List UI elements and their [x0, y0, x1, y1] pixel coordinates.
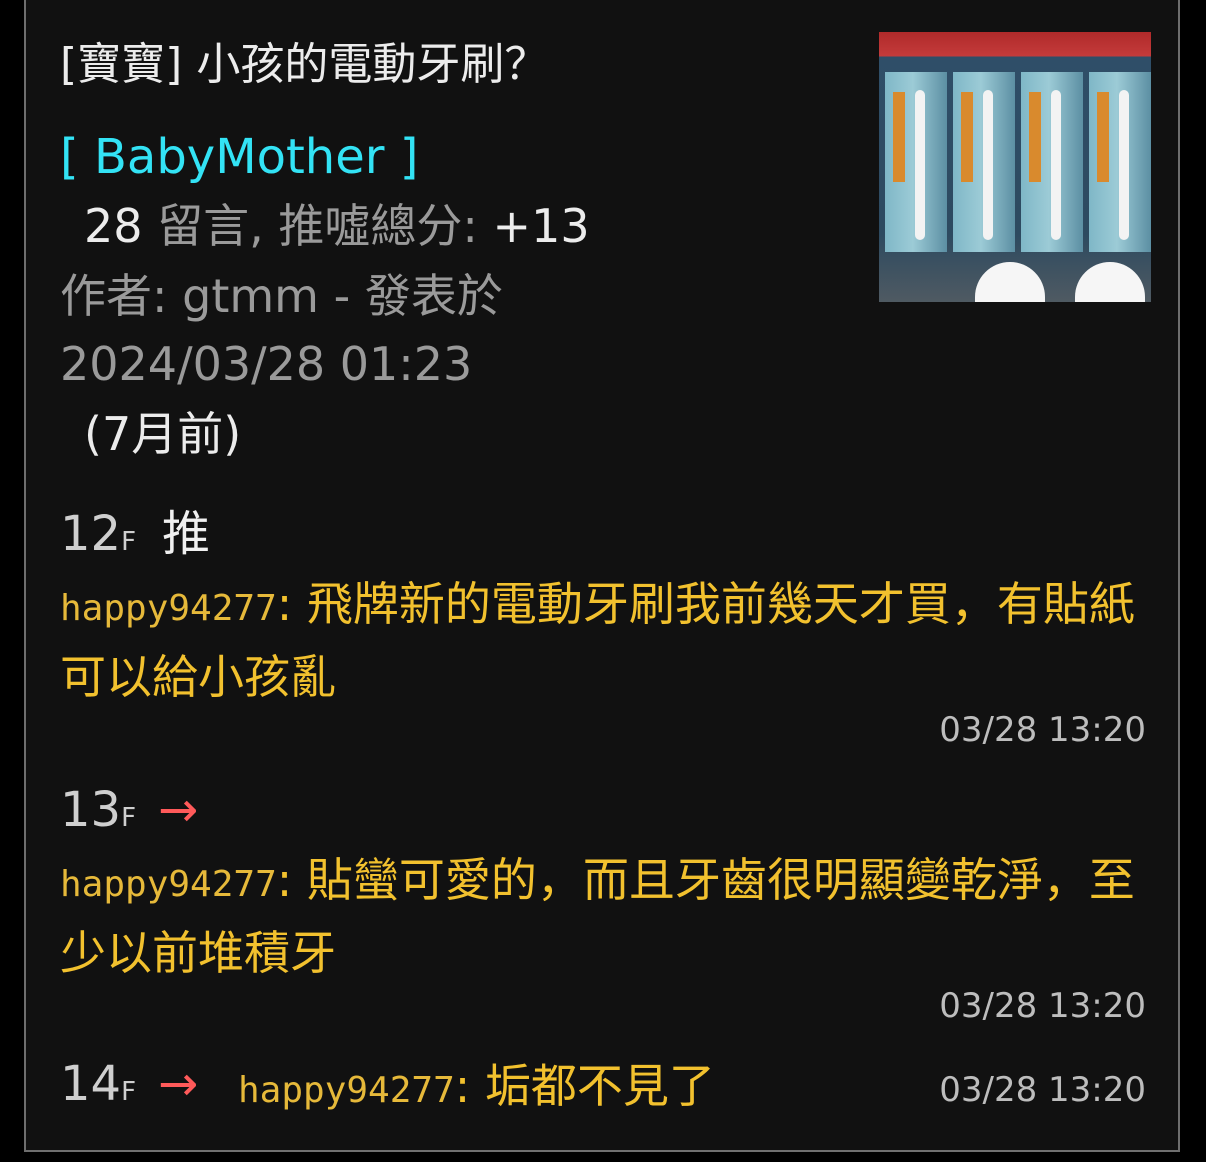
post-title[interactable]: [寶寶] 小孩的電動牙刷？ [60, 36, 548, 94]
post-stats: 28 留言, 推噓總分: +13 [84, 196, 590, 256]
comment-body: happy94277: 貼蠻可愛的，而且牙齒很明顯變乾淨，至少以前堆積牙 [60, 846, 1150, 987]
comment-text: : 垢都不見了 [454, 1059, 715, 1113]
floor-suffix: F [121, 803, 137, 833]
post-date: 2024/03/28 01:23 [60, 337, 473, 391]
board-name[interactable]: [ BabyMother ] [60, 126, 418, 188]
floor-label: 14F → [60, 1054, 198, 1122]
author-line: 作者: gtmm - 發表於 [60, 269, 503, 323]
comment-user[interactable]: happy94277 [60, 588, 277, 629]
push-tag: 推 [162, 506, 211, 562]
arrow-icon: → [158, 1056, 199, 1112]
comment-user[interactable]: happy94277 [238, 1070, 455, 1111]
post-score: +13 [492, 199, 590, 253]
comment-label: 留言, 推噓總分: [157, 199, 493, 253]
charger-dock [1075, 262, 1145, 302]
comment-time: 03/28 13:20 [939, 710, 1146, 750]
product-box [885, 72, 947, 252]
floor-label: 12F 推 [60, 504, 210, 572]
floor-label: 13F → [60, 780, 198, 848]
product-box [1089, 72, 1151, 252]
floor-number: 14 [60, 1056, 122, 1112]
floor-suffix: F [121, 1077, 137, 1107]
floor-number: 13 [60, 782, 122, 838]
product-box [953, 72, 1015, 252]
comment-count: 28 [84, 199, 143, 253]
product-box [1021, 72, 1083, 252]
comment-time: 03/28 13:20 [939, 1070, 1146, 1110]
floor-number: 12 [60, 506, 122, 562]
comment-user[interactable]: happy94277 [60, 864, 277, 905]
comment-time: 03/28 13:20 [939, 986, 1146, 1026]
floor-suffix: F [121, 527, 137, 557]
post-age: (7月前) [84, 407, 242, 461]
comment-body: happy94277: 垢都不見了 [238, 1052, 838, 1125]
post-card[interactable]: [寶寶] 小孩的電動牙刷？ [ BabyMother ] 28 留言, 推噓總分… [24, 0, 1180, 1152]
comment-body: happy94277: 飛牌新的電動牙刷我前幾天才買，有貼紙可以給小孩亂 [60, 570, 1150, 711]
charger-dock [975, 262, 1045, 302]
post-thumbnail[interactable] [879, 32, 1151, 302]
arrow-icon: → [158, 782, 199, 838]
